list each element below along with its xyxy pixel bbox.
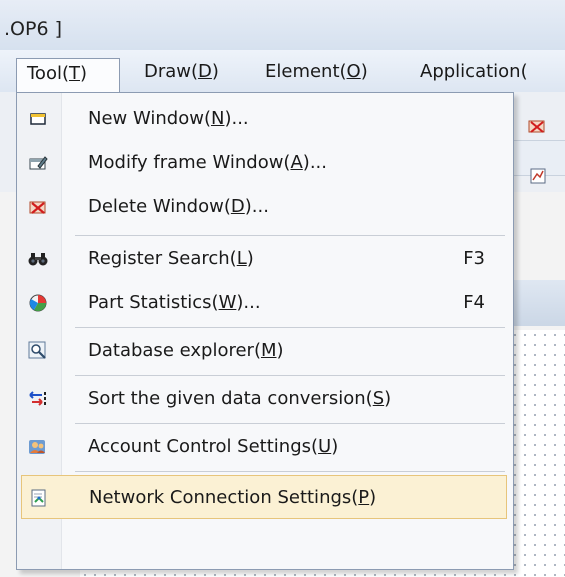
- menu-item-label: Account Control Settings(U): [88, 436, 339, 457]
- menu-separator: [75, 471, 505, 472]
- menu-separator: [75, 327, 505, 328]
- menu-item-part-statistics[interactable]: Part Statistics(W)... F4: [21, 281, 507, 325]
- menu-element[interactable]: Element(O): [265, 57, 368, 87]
- menu-item-modify-frame-window[interactable]: Modify frame Window(A)...: [21, 141, 507, 185]
- title-bar: .OP6 ]: [0, 0, 565, 51]
- menu-tool-accel: T: [69, 63, 80, 84]
- menu-item-label: Part Statistics(W)...: [88, 292, 261, 313]
- window-title: .OP6 ]: [4, 18, 62, 40]
- sort-conversion-icon: [27, 388, 49, 410]
- menu-item-label: Sort the given data conversion(S): [88, 388, 392, 409]
- account-settings-icon: [27, 436, 49, 458]
- menu-bar: Tool(T) Draw(D) Element(O) Application(: [0, 50, 565, 93]
- menu-draw-label: Draw(: [144, 61, 199, 82]
- menu-application[interactable]: Application(: [420, 57, 528, 87]
- binoculars-icon: [27, 248, 49, 270]
- menu-item-delete-window[interactable]: Delete Window(D)...: [21, 185, 507, 229]
- menu-item-label: Database explorer(M): [88, 340, 284, 361]
- menu-item-label: Register Search(L): [88, 248, 254, 269]
- menu-element-accel: O: [346, 61, 361, 82]
- menu-item-label: Modify frame Window(A)...: [88, 152, 327, 173]
- menu-separator: [75, 235, 505, 236]
- menu-item-account-control-settings[interactable]: Account Control Settings(U): [21, 425, 507, 469]
- menu-item-network-connection-settings[interactable]: Network Connection Settings(P): [21, 475, 507, 519]
- window-icon: [27, 108, 49, 130]
- menu-item-sort-data-conversion[interactable]: Sort the given data conversion(S): [21, 377, 507, 421]
- database-explorer-icon: [27, 340, 49, 362]
- menu-draw[interactable]: Draw(D): [144, 57, 219, 87]
- modify-window-icon: [27, 152, 49, 174]
- menu-item-label: New Window(N)...: [88, 108, 249, 129]
- menu-tool[interactable]: Tool(T): [16, 58, 120, 92]
- menu-item-new-window[interactable]: New Window(N)...: [21, 97, 507, 141]
- menu-item-label: Delete Window(D)...: [88, 196, 269, 217]
- menu-item-shortcut: F3: [463, 248, 485, 269]
- network-settings-icon: [28, 487, 50, 509]
- menu-draw-label-end: ): [211, 61, 219, 82]
- toolbar-delete-icon[interactable]: [528, 118, 546, 134]
- menu-draw-accel: D: [198, 61, 212, 82]
- toolbar-chart-icon[interactable]: [530, 168, 546, 184]
- menu-application-label: Application(: [420, 61, 528, 82]
- menu-item-database-explorer[interactable]: Database explorer(M): [21, 329, 507, 373]
- menu-tool-label: Tool(: [27, 63, 69, 84]
- menu-element-label-end: ): [360, 61, 368, 82]
- menu-tool-label-end: ): [80, 63, 88, 84]
- tool-dropdown-menu: New Window(N)... Modify frame Window(A).…: [16, 92, 514, 570]
- menu-separator: [75, 375, 505, 376]
- statistics-icon: [27, 292, 49, 314]
- menu-separator: [75, 423, 505, 424]
- menu-item-register-search[interactable]: Register Search(L) F3: [21, 237, 507, 281]
- menu-item-shortcut: F4: [463, 292, 485, 313]
- delete-window-icon: [27, 196, 49, 218]
- menu-element-label: Element(: [265, 61, 347, 82]
- menu-item-label: Network Connection Settings(P): [89, 487, 377, 508]
